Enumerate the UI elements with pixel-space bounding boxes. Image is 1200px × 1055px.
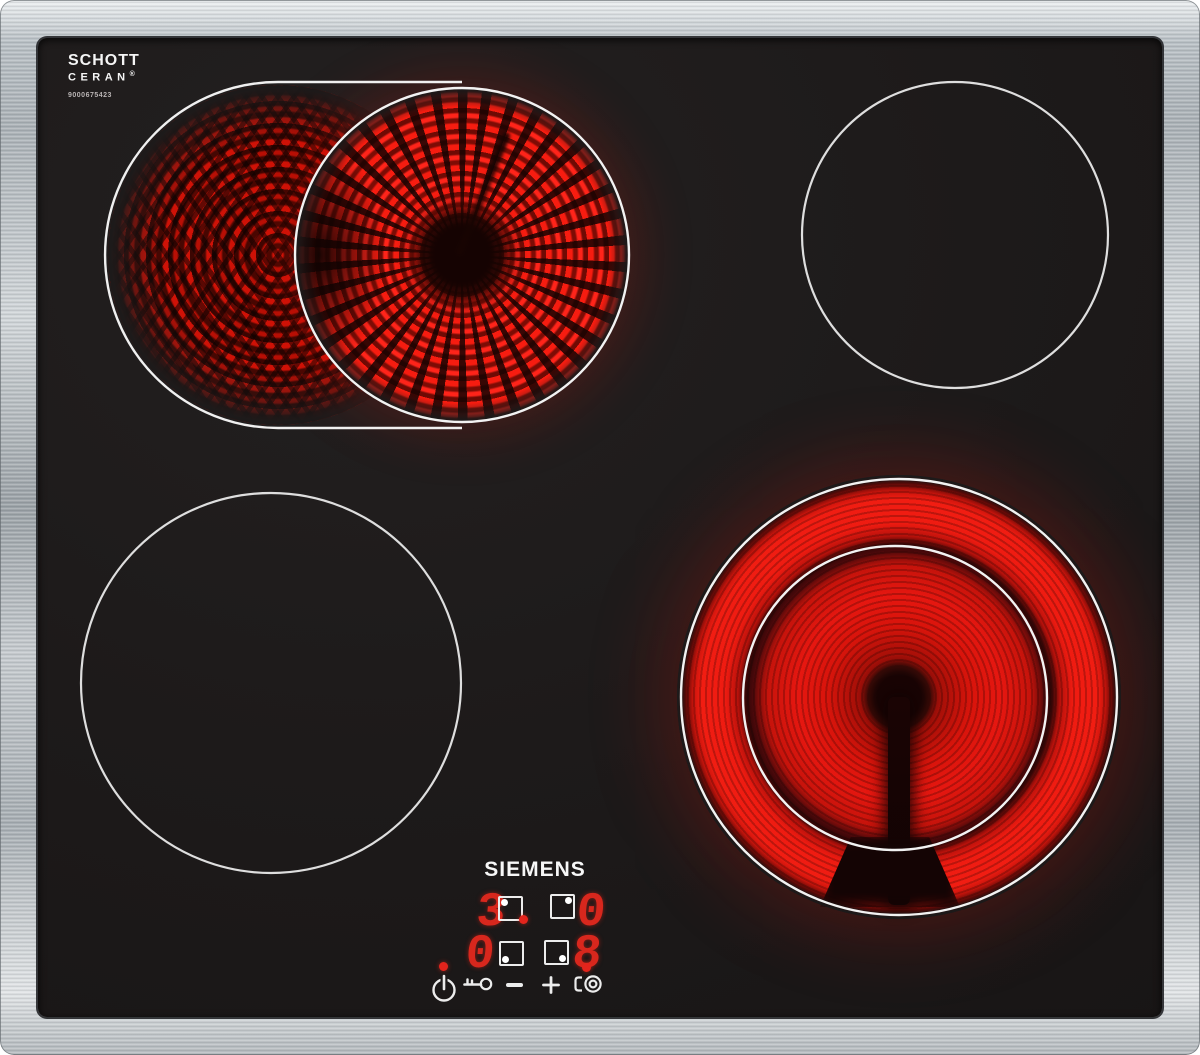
burner-center-hub-shadow	[847, 645, 951, 749]
siemens-logo: SIEMENS	[484, 858, 586, 881]
zone-indicator-square-front-right	[544, 940, 569, 965]
burner-rear-left-main-glow	[296, 89, 628, 421]
zone-square-pip	[565, 897, 572, 904]
power-key[interactable]	[430, 973, 458, 1008]
zone-square-pip	[559, 955, 566, 962]
zone-indicator-square-front-left	[499, 941, 524, 966]
front-left-outline	[79, 491, 463, 875]
display-level-front-left: 0	[463, 928, 497, 982]
timer-key[interactable]	[572, 974, 602, 999]
minus-icon	[506, 983, 523, 987]
rear-right-outline	[800, 80, 1110, 390]
child-lock-key[interactable]	[462, 974, 494, 999]
part-number: 9000675423	[68, 91, 112, 99]
ceran-text: CERAN	[68, 71, 130, 84]
decrease-key[interactable]	[506, 983, 523, 987]
schott-logo-line2: CERAN®	[68, 71, 140, 84]
schott-ceran-logo: SCHOTT CERAN® 9000675423	[68, 53, 140, 99]
red-dot-timer-indicator	[582, 963, 591, 972]
red-dot-rear-left-decimal	[519, 915, 528, 924]
burner-connector-shadow	[820, 837, 960, 907]
schott-logo-line1: SCHOTT	[68, 52, 140, 69]
burner-front-right-glow	[677, 475, 1121, 919]
red-dot-power-indicator	[439, 962, 448, 971]
zone-square-pip	[502, 956, 509, 963]
burner-sensor-shadow	[455, 131, 512, 257]
registered-mark: ®	[129, 71, 135, 78]
timer-icon	[574, 975, 602, 993]
key-icon	[463, 977, 493, 991]
zone-square-pip	[501, 899, 508, 906]
glass-surface: SCHOTT CERAN® 9000675423 SIEMENS 3 0 0 8	[38, 38, 1162, 1017]
burner-sensor-stem-shadow	[888, 697, 910, 905]
power-icon	[432, 974, 456, 1002]
zone-indicator-square-rear-right	[550, 894, 575, 919]
increase-key[interactable]	[542, 976, 560, 999]
plus-icon	[542, 976, 560, 994]
